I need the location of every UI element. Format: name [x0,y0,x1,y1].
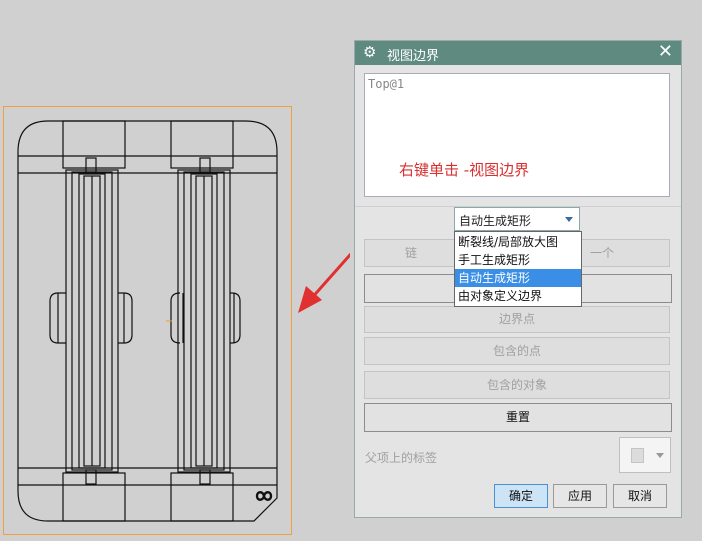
contained-points-button[interactable]: 包含的点 [364,337,670,365]
parent-label-text: 父项上的标签 [365,451,438,465]
chain-label: 链 [405,246,418,260]
dialog-titlebar[interactable]: ⚙ 视图边界 ✕ [355,41,681,65]
chevron-down-icon [656,453,664,458]
reset-button[interactable]: 重置 [364,403,672,432]
dropdown-option[interactable]: 手工生成矩形 [455,251,581,269]
dropdown-option[interactable]: 断裂线/局部放大图 [455,233,581,251]
dropdown-option[interactable]: 由对象定义边界 [455,287,581,305]
boundary-mode-value: 自动生成矩形 [459,214,532,228]
annotation-text: 右键单击 -视图边界 [399,161,530,179]
view-boundary[interactable] [3,106,292,535]
boundary-mode-dropdown: 断裂线/局部放大图 手工生成矩形 自动生成矩形 由对象定义边界 [454,231,582,307]
view-boundary-dialog: ⚙ 视图边界 ✕ Top@1 右键单击 -视图边界 自动生成矩形 链 一个 边界… [354,40,682,518]
boundary-point-button[interactable]: 边界点 [364,306,670,333]
parent-label-select[interactable] [619,437,671,473]
close-icon[interactable]: ✕ [658,42,673,62]
document-icon [631,448,644,463]
gear-icon: ⚙ [363,43,377,61]
chevron-down-icon [565,217,573,222]
contained-points-label: 包含的点 [492,344,541,358]
boundary-mode-select[interactable]: 自动生成矩形 [454,207,580,231]
ok-button[interactable]: 确定 [494,484,548,508]
contained-objects-button[interactable]: 包含的对象 [364,371,670,399]
view-list-item[interactable]: Top@1 [368,77,404,91]
drawing-canvas[interactable] [0,0,350,541]
infinity-icon [255,491,273,501]
cancel-prev-label: 一个 [590,246,615,260]
dropdown-option-selected[interactable]: 自动生成矩形 [455,269,581,287]
dialog-title: 视图边界 [387,49,440,64]
contained-objects-label: 包含的对象 [486,378,547,392]
boundary-point-label: 边界点 [498,312,535,326]
reset-label: 重置 [505,410,530,424]
part-outline [17,120,278,522]
apply-button[interactable]: 应用 [553,484,607,508]
cancel-button[interactable]: 取消 [613,484,667,508]
annotation-arrow [298,252,350,313]
